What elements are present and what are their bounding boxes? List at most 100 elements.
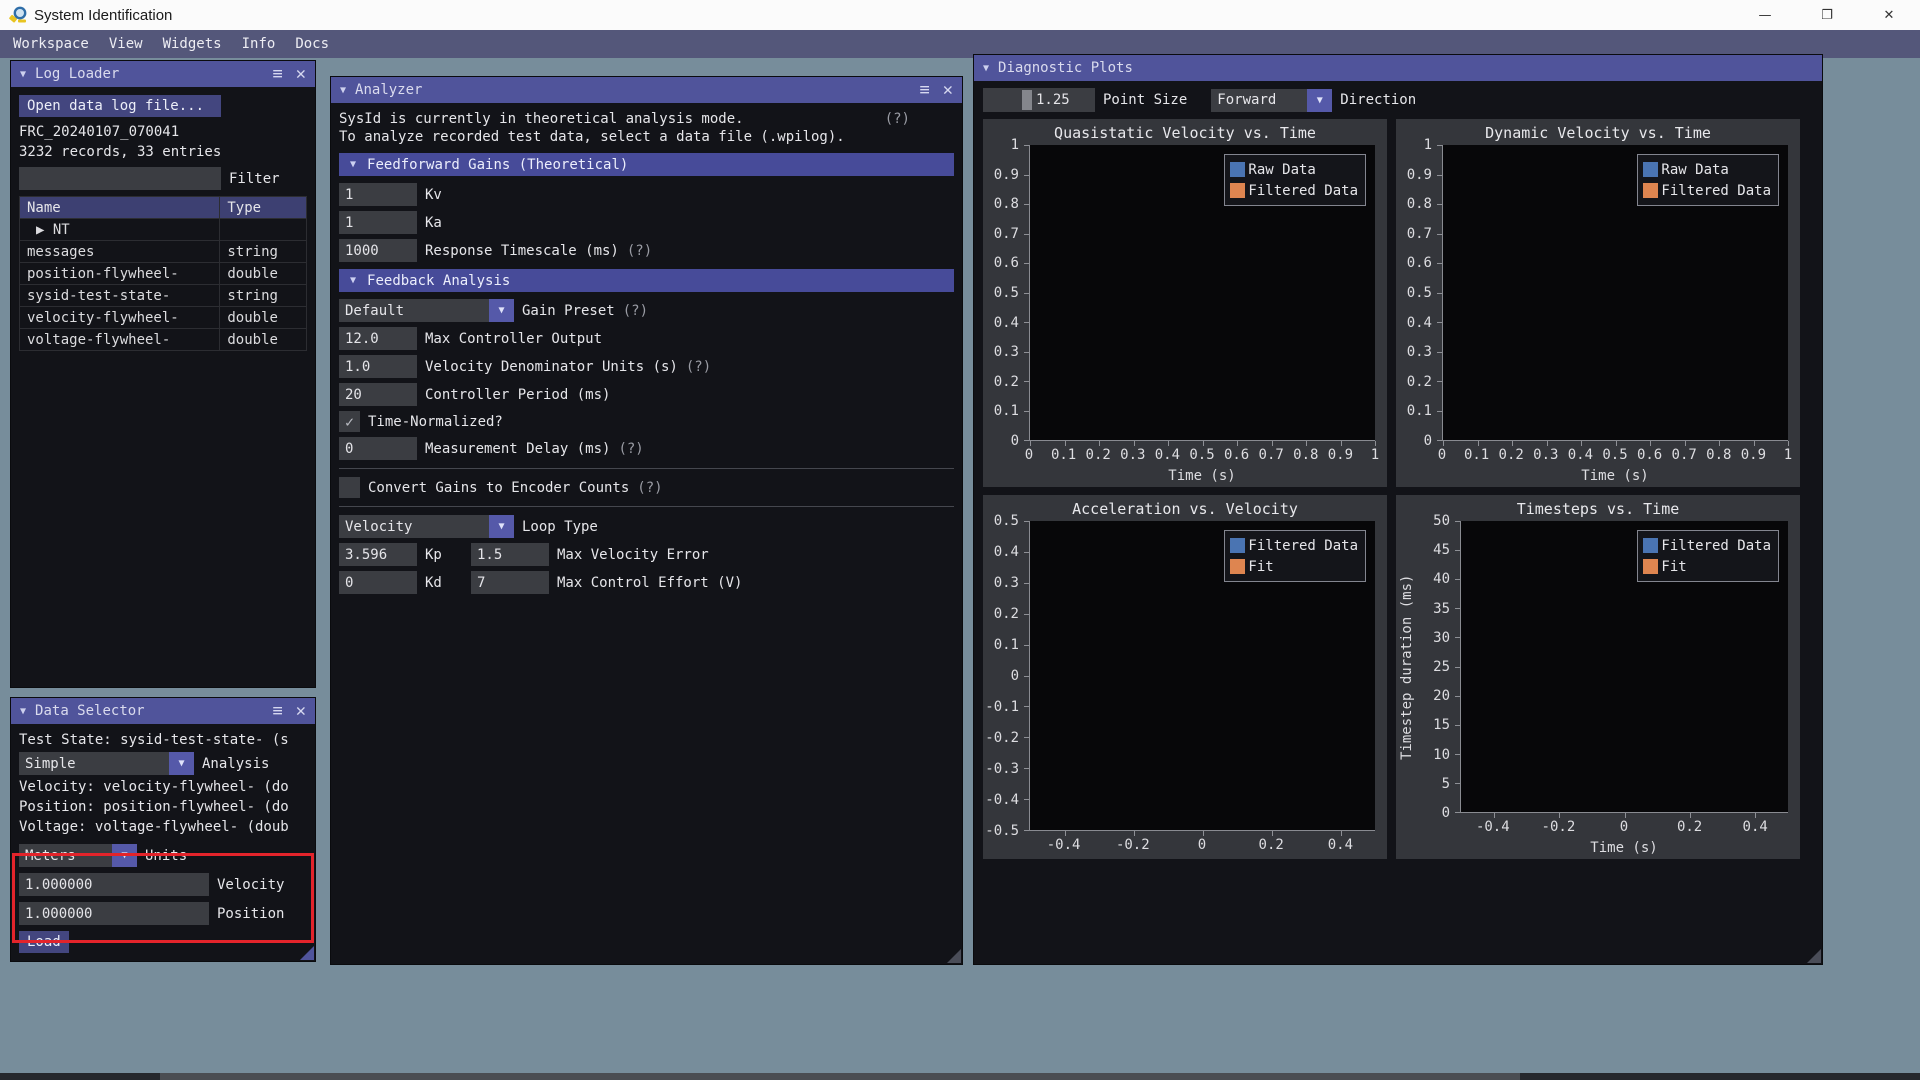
table-row[interactable]: position-flywheel-double bbox=[18, 262, 307, 285]
velocity-scale-label: Velocity bbox=[217, 876, 285, 893]
y-tick: 0.7 bbox=[1406, 225, 1432, 242]
help-icon[interactable]: (?) bbox=[627, 243, 652, 259]
plot-timesteps-time[interactable]: Timesteps vs. Time Filtered Data Fit 50 45 40… bbox=[1396, 495, 1800, 859]
kv-input[interactable]: 1 bbox=[339, 183, 417, 206]
help-icon[interactable]: (?) bbox=[623, 303, 648, 319]
help-icon[interactable]: (?) bbox=[618, 441, 643, 457]
diagnostic-plots-titlebar[interactable]: ▼ Diagnostic Plots bbox=[974, 55, 1822, 81]
column-header-type[interactable]: Type bbox=[219, 196, 307, 219]
legend-item[interactable]: Filtered Data bbox=[1230, 180, 1358, 201]
plot-dynamic-velocity[interactable]: Dynamic Velocity vs. Time Raw Data Filtere… bbox=[1396, 119, 1800, 487]
collapse-icon[interactable]: ▼ bbox=[983, 63, 989, 74]
desktop: { "window": { "title": "System Identific… bbox=[0, 0, 1920, 1080]
table-row[interactable]: velocity-flywheel-double bbox=[18, 306, 307, 329]
tick-mark bbox=[1581, 441, 1582, 446]
x-axis-label: Time (s) bbox=[1590, 840, 1658, 856]
plot-canvas[interactable]: Raw Data Filtered Data bbox=[1437, 145, 1789, 446]
loop-type-combo[interactable]: Velocity ▼ bbox=[339, 515, 514, 538]
hamburger-icon[interactable]: ≡ bbox=[273, 702, 283, 720]
ka-input[interactable]: 1 bbox=[339, 211, 417, 234]
legend-item[interactable]: Filtered Data bbox=[1643, 180, 1771, 201]
close-icon[interactable]: ✕ bbox=[296, 702, 306, 720]
restore-button[interactable]: ❐ bbox=[1796, 0, 1858, 30]
table-row[interactable]: messages string bbox=[18, 240, 307, 263]
max-control-effort-input[interactable]: 7 bbox=[471, 571, 549, 594]
kd-input[interactable]: 0 bbox=[339, 571, 417, 594]
direction-combo[interactable]: Forward ▼ bbox=[1211, 88, 1333, 112]
feedback-header[interactable]: ▼ Feedback Analysis bbox=[339, 269, 954, 292]
resize-grip[interactable] bbox=[300, 946, 314, 960]
legend-item[interactable]: Filtered Data bbox=[1643, 535, 1771, 556]
legend-item[interactable]: Raw Data bbox=[1230, 159, 1358, 180]
menu-view[interactable]: View bbox=[99, 33, 153, 55]
measurement-delay-input[interactable]: 0 bbox=[339, 437, 417, 460]
table-row[interactable]: voltage-flywheel-double bbox=[18, 328, 307, 351]
menu-workspace[interactable]: Workspace bbox=[3, 33, 99, 55]
velocity-denominator-input[interactable]: 1.0 bbox=[339, 355, 417, 378]
time-normalized-checkbox[interactable]: ✓ bbox=[339, 411, 360, 432]
close-icon[interactable]: ✕ bbox=[296, 65, 306, 83]
help-icon[interactable]: (?) bbox=[885, 111, 910, 127]
column-header-name[interactable]: Name bbox=[18, 196, 221, 219]
plot-canvas[interactable]: Raw Data Filtered Data bbox=[1024, 145, 1376, 446]
menu-widgets[interactable]: Widgets bbox=[153, 33, 232, 55]
plot-acceleration-velocity[interactable]: Acceleration vs. Velocity Filtered Data Fi… bbox=[983, 495, 1387, 859]
convert-gains-checkbox[interactable] bbox=[339, 477, 360, 498]
table-row[interactable]: sysid-test-state-string bbox=[18, 284, 307, 307]
diagnostic-toolbar: 1.25 Point Size Forward ▼ Direction bbox=[983, 87, 1813, 113]
filter-input[interactable] bbox=[19, 167, 221, 190]
kp-input[interactable]: 3.596 bbox=[339, 543, 417, 566]
help-icon[interactable]: (?) bbox=[686, 359, 711, 375]
table-row[interactable]: ▶ NT bbox=[18, 218, 307, 241]
collapse-icon[interactable]: ▼ bbox=[340, 85, 346, 96]
units-value: Meters bbox=[19, 844, 112, 867]
max-controller-output-input[interactable]: 12.0 bbox=[339, 327, 417, 350]
collapse-icon[interactable]: ▼ bbox=[20, 706, 26, 717]
window-titlebar[interactable]: System Identification — ❐ ✕ bbox=[0, 0, 1920, 30]
point-size-label: Point Size bbox=[1103, 92, 1188, 108]
legend-item[interactable]: Filtered Data bbox=[1230, 535, 1358, 556]
legend-item[interactable]: Fit bbox=[1230, 556, 1358, 577]
help-icon[interactable]: (?) bbox=[637, 480, 662, 496]
controller-period-input[interactable]: 20 bbox=[339, 383, 417, 406]
response-timescale-input[interactable]: 1000 bbox=[339, 239, 417, 262]
y-tick: 1 bbox=[1010, 137, 1019, 153]
x-axis-label: Time (s) bbox=[1168, 468, 1236, 484]
point-size-slider[interactable]: 1.25 bbox=[983, 88, 1095, 112]
hamburger-icon[interactable]: ≡ bbox=[920, 81, 930, 99]
feedforward-header[interactable]: ▼ Feedforward Gains (Theoretical) bbox=[339, 153, 954, 176]
plot-canvas[interactable]: Filtered Data Fit bbox=[1455, 521, 1788, 818]
data-selector-titlebar[interactable]: ▼ Data Selector ≡ ✕ bbox=[11, 698, 315, 724]
load-button[interactable]: Load bbox=[19, 931, 69, 953]
analyzer-titlebar[interactable]: ▼ Analyzer ≡ ✕ bbox=[331, 77, 962, 103]
slider-handle[interactable] bbox=[1022, 90, 1032, 110]
units-combo[interactable]: Meters ▼ bbox=[19, 844, 137, 867]
analyzer-title: Analyzer bbox=[355, 82, 423, 98]
data-selector-body: Test State: sysid-test-state- (s Simple … bbox=[11, 724, 315, 961]
menu-info[interactable]: Info bbox=[232, 33, 286, 55]
gain-preset-combo[interactable]: Default ▼ bbox=[339, 299, 514, 322]
plot-canvas[interactable]: Filtered Data Fit bbox=[1024, 521, 1375, 836]
menu-docs[interactable]: Docs bbox=[285, 33, 339, 55]
entry-name: messages bbox=[18, 240, 221, 263]
hamburger-icon[interactable]: ≡ bbox=[273, 65, 283, 83]
resize-grip[interactable] bbox=[947, 949, 961, 963]
position-scale-input[interactable]: 1.000000 bbox=[19, 902, 209, 925]
max-velocity-error-input[interactable]: 1.5 bbox=[471, 543, 549, 566]
close-icon[interactable]: ✕ bbox=[943, 81, 953, 99]
analysis-type-combo[interactable]: Simple ▼ bbox=[19, 752, 194, 775]
plot-quasistatic-velocity[interactable]: Quasistatic Velocity vs. Time Raw Data Fil… bbox=[983, 119, 1387, 487]
collapse-icon[interactable]: ▼ bbox=[20, 69, 26, 80]
log-loader-titlebar[interactable]: ▼ Log Loader ≡ ✕ bbox=[11, 61, 315, 87]
x-tick: 0 bbox=[1619, 819, 1629, 835]
minimize-button[interactable]: — bbox=[1734, 0, 1796, 30]
mode-line-2: To analyze recorded test data, select a … bbox=[339, 129, 845, 145]
close-button[interactable]: ✕ bbox=[1858, 0, 1920, 30]
open-data-log-button[interactable]: Open data log file... bbox=[19, 95, 221, 117]
legend-item[interactable]: Raw Data bbox=[1643, 159, 1771, 180]
legend-item[interactable]: Fit bbox=[1643, 556, 1771, 577]
velocity-scale-input[interactable]: 1.000000 bbox=[19, 873, 209, 896]
taskbar[interactable] bbox=[0, 1073, 1920, 1080]
legend-label: Fit bbox=[1248, 558, 1274, 575]
resize-grip[interactable] bbox=[1807, 949, 1821, 963]
